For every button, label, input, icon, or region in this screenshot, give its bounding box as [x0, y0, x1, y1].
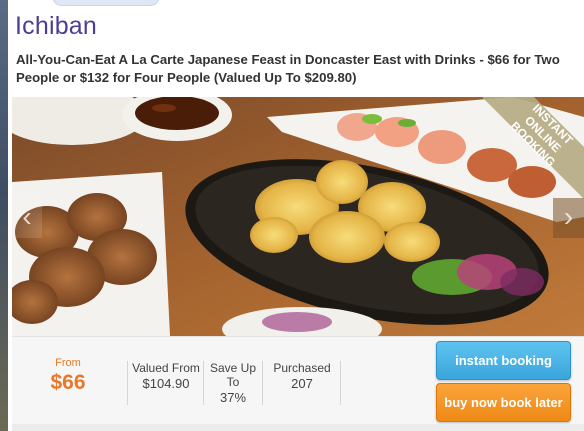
purchased-label: Purchased: [273, 361, 331, 375]
left-background-strip: [0, 0, 8, 431]
savings-label-1: Save Up: [209, 361, 257, 375]
buy-now-book-later-button[interactable]: buy now book later: [436, 383, 571, 422]
savings-stat: Save Up To 37%: [203, 361, 262, 405]
deal-price: $66: [50, 371, 86, 394]
purchased-stat: Purchased 207: [262, 361, 341, 405]
savings-label-2: To: [226, 375, 240, 389]
deal-title: Ichiban: [15, 12, 98, 40]
next-image-button[interactable]: ›: [553, 198, 584, 238]
food-photo: INSTANT ONLINE BOOKING: [12, 97, 584, 336]
instant-booking-button[interactable]: instant booking: [436, 341, 571, 380]
valued-from-label: Valued From: [132, 361, 200, 375]
deal-subtitle: All-You-Can-Eat A La Carte Japanese Feas…: [16, 52, 560, 85]
from-label: From: [55, 357, 81, 369]
chevron-right-icon: ›: [563, 201, 574, 232]
valued-from-stat: Valued From $104.90: [127, 361, 204, 405]
savings-value: 37%: [219, 390, 247, 405]
previous-image-button[interactable]: ‹: [12, 198, 42, 238]
price-block: From $66: [32, 357, 104, 395]
hero-image: INSTANT ONLINE BOOKING: [12, 97, 584, 336]
bottom-divider: [12, 424, 584, 431]
top-nav-tab[interactable]: [52, 0, 160, 6]
valued-from-value: $104.90: [142, 376, 190, 391]
purchased-value: 207: [291, 376, 313, 391]
chevron-left-icon: ‹: [22, 201, 32, 232]
stats-divider: [340, 361, 341, 405]
